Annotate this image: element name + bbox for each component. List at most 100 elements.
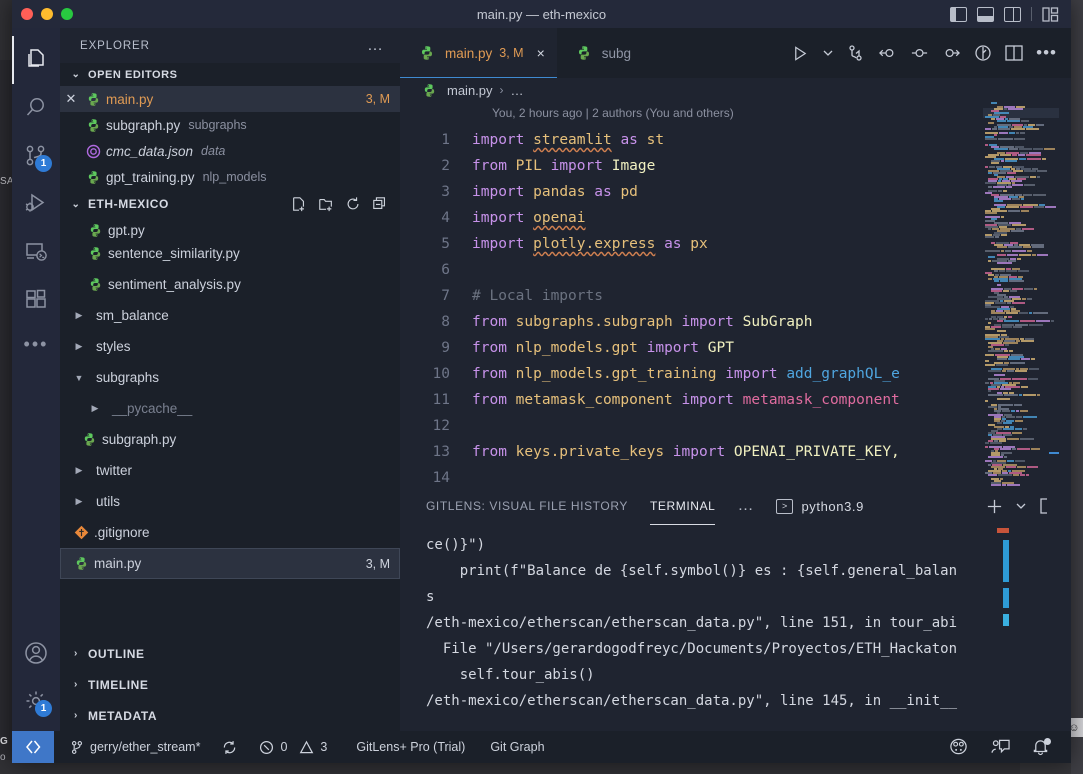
remote-window-button[interactable]: [12, 731, 54, 763]
live-share-icon[interactable]: [948, 738, 969, 757]
collapse-all-icon[interactable]: [372, 196, 388, 212]
code-line[interactable]: 1 import streamlit as st: [400, 127, 1071, 153]
tree-item[interactable]: sentiment_analysis.py: [60, 269, 400, 300]
new-file-icon[interactable]: [291, 196, 307, 212]
tree-item[interactable]: sentence_similarity.py: [60, 238, 400, 269]
chevron-down-icon[interactable]: [1015, 500, 1027, 512]
tree-item[interactable]: ▶ twitter: [60, 455, 400, 486]
more-actions-icon[interactable]: •••: [1036, 44, 1057, 61]
new-terminal-icon[interactable]: [986, 498, 1003, 515]
terminal-scrollbar[interactable]: [997, 526, 1009, 731]
status-git-graph[interactable]: Git Graph: [476, 740, 555, 754]
code-line[interactable]: 7 # Local imports: [400, 283, 1071, 309]
list-item[interactable]: cmc_data.json data: [60, 138, 400, 164]
code-text[interactable]: from PIL import Image: [472, 153, 655, 179]
layout-controls[interactable]: [950, 6, 1059, 22]
tree-item[interactable]: ▶ sm_balance: [60, 300, 400, 331]
sidebar-more-actions-icon[interactable]: …: [367, 37, 384, 53]
new-folder-icon[interactable]: [318, 196, 334, 212]
status-gitlens[interactable]: GitLens+ Pro (Trial): [338, 740, 476, 754]
sidebar-item-more[interactable]: •••: [12, 324, 60, 364]
toggle-primary-sidebar-icon[interactable]: [950, 6, 967, 22]
code-line[interactable]: 12: [400, 413, 1071, 439]
code-line[interactable]: 13 from keys.private_keys import OPENAI_P…: [400, 439, 1071, 465]
section-outline[interactable]: › OUTLINE: [60, 638, 400, 669]
tree-item[interactable]: ▶ utils: [60, 486, 400, 517]
sidebar-item-run-debug[interactable]: [12, 180, 60, 228]
step-back-icon[interactable]: [878, 44, 897, 62]
sidebar-item-extensions[interactable]: [12, 276, 60, 324]
run-icon[interactable]: [792, 45, 809, 62]
step-over-icon[interactable]: [910, 44, 929, 62]
section-metadata[interactable]: › METADATA: [60, 700, 400, 731]
tree-item[interactable]: ▼ subgraphs: [60, 362, 400, 393]
tab-terminal[interactable]: TERMINAL: [649, 487, 716, 525]
refresh-icon[interactable]: [345, 196, 361, 212]
open-editors-header[interactable]: ⌄ OPEN EDITORS: [60, 63, 400, 86]
code-line[interactable]: 2 from PIL import Image: [400, 153, 1071, 179]
sidebar-item-search[interactable]: [12, 84, 60, 132]
chevron-down-icon[interactable]: [822, 47, 834, 59]
breadcrumb-rest[interactable]: …: [511, 83, 524, 98]
list-item[interactable]: subgraph.py subgraphs: [60, 112, 400, 138]
step-into-icon[interactable]: [942, 44, 961, 62]
minimap[interactable]: [983, 102, 1059, 486]
panel-more-icon[interactable]: …: [737, 498, 754, 514]
code-text[interactable]: import openai: [472, 205, 586, 231]
tab-main-py[interactable]: main.py 3, M ×: [400, 28, 557, 78]
code-editor[interactable]: You, 2 hours ago | 2 authors (You and ot…: [400, 102, 1071, 486]
terminal-selector[interactable]: > python3.9: [776, 498, 864, 514]
code-line[interactable]: 6: [400, 257, 1071, 283]
tree-item[interactable]: gpt.py: [60, 218, 400, 238]
code-text[interactable]: from nlp_models.gpt_training import add_…: [472, 361, 900, 387]
watch-icon[interactable]: [974, 44, 992, 62]
code-text[interactable]: # Local imports: [472, 283, 603, 309]
list-item[interactable]: ✕ main.py 3, M: [60, 86, 400, 112]
code-text[interactable]: from keys.private_keys import OPENAI_PRI…: [472, 439, 900, 465]
code-line[interactable]: 3 import pandas as pd: [400, 179, 1071, 205]
editor-scrollbar[interactable]: [1059, 102, 1071, 486]
code-text[interactable]: import plotly.express as px: [472, 231, 708, 257]
tree-item[interactable]: ▶ __pycache__: [60, 393, 400, 424]
code-line[interactable]: 8 from subgraphs.subgraph import SubGraph: [400, 309, 1071, 335]
section-timeline[interactable]: › TIMELINE: [60, 669, 400, 700]
close-icon[interactable]: ✕: [60, 91, 82, 107]
tab-gitlens-visual-file-history[interactable]: GITLENS: VISUAL FILE HISTORY: [426, 487, 628, 525]
code-text[interactable]: from subgraphs.subgraph import SubGraph: [472, 309, 813, 335]
code-line[interactable]: 9 from nlp_models.gpt import GPT: [400, 335, 1071, 361]
toggle-panel-icon[interactable]: [977, 6, 994, 22]
breadcrumb-file[interactable]: main.py: [447, 83, 493, 98]
code-text[interactable]: from nlp_models.gpt import GPT: [472, 335, 734, 361]
tree-item[interactable]: main.py 3, M: [60, 548, 400, 579]
feedback-icon[interactable]: [991, 738, 1010, 756]
sidebar-item-accounts[interactable]: [12, 629, 60, 677]
code-line[interactable]: 14: [400, 465, 1071, 486]
tree-item[interactable]: ▶ styles: [60, 331, 400, 362]
status-problems[interactable]: 0 3: [248, 740, 338, 755]
source-control-icon[interactable]: [847, 44, 865, 62]
customize-layout-icon[interactable]: [1042, 6, 1059, 22]
breadcrumb[interactable]: main.py › …: [400, 78, 1071, 102]
code-line[interactable]: 10 from nlp_models.gpt_training import ad…: [400, 361, 1071, 387]
code-text[interactable]: import pandas as pd: [472, 179, 638, 205]
tree-item[interactable]: subgraph.py: [60, 424, 400, 455]
tab-subgraph-py[interactable]: subgra: [556, 28, 631, 78]
sidebar-item-remote-explorer[interactable]: [12, 228, 60, 276]
code-text[interactable]: from metamask_component import metamask_…: [472, 387, 900, 413]
terminal-output[interactable]: ce()}") print(f"Balance de {self.symbol(…: [400, 526, 1071, 731]
split-terminal-icon[interactable]: [1039, 498, 1053, 514]
close-icon[interactable]: ×: [537, 45, 545, 61]
split-editor-icon[interactable]: [1005, 45, 1023, 61]
code-line[interactable]: 11 from metamask_component import metamas…: [400, 387, 1071, 413]
sidebar-item-manage[interactable]: 1: [12, 677, 60, 725]
code-line[interactable]: 5 import plotly.express as px: [400, 231, 1071, 257]
status-branch[interactable]: gerry/ether_stream*: [54, 740, 211, 755]
sidebar-item-explorer[interactable]: [12, 36, 60, 84]
sidebar-item-source-control[interactable]: 1: [12, 132, 60, 180]
list-item[interactable]: gpt_training.py nlp_models: [60, 164, 400, 190]
status-sync[interactable]: [211, 740, 248, 755]
tree-item[interactable]: .gitignore: [60, 517, 400, 548]
code-lines[interactable]: 1 import streamlit as st 2 from PIL import …: [400, 127, 1071, 486]
code-text[interactable]: import streamlit as st: [472, 127, 664, 153]
toggle-secondary-sidebar-icon[interactable]: [1004, 6, 1021, 22]
